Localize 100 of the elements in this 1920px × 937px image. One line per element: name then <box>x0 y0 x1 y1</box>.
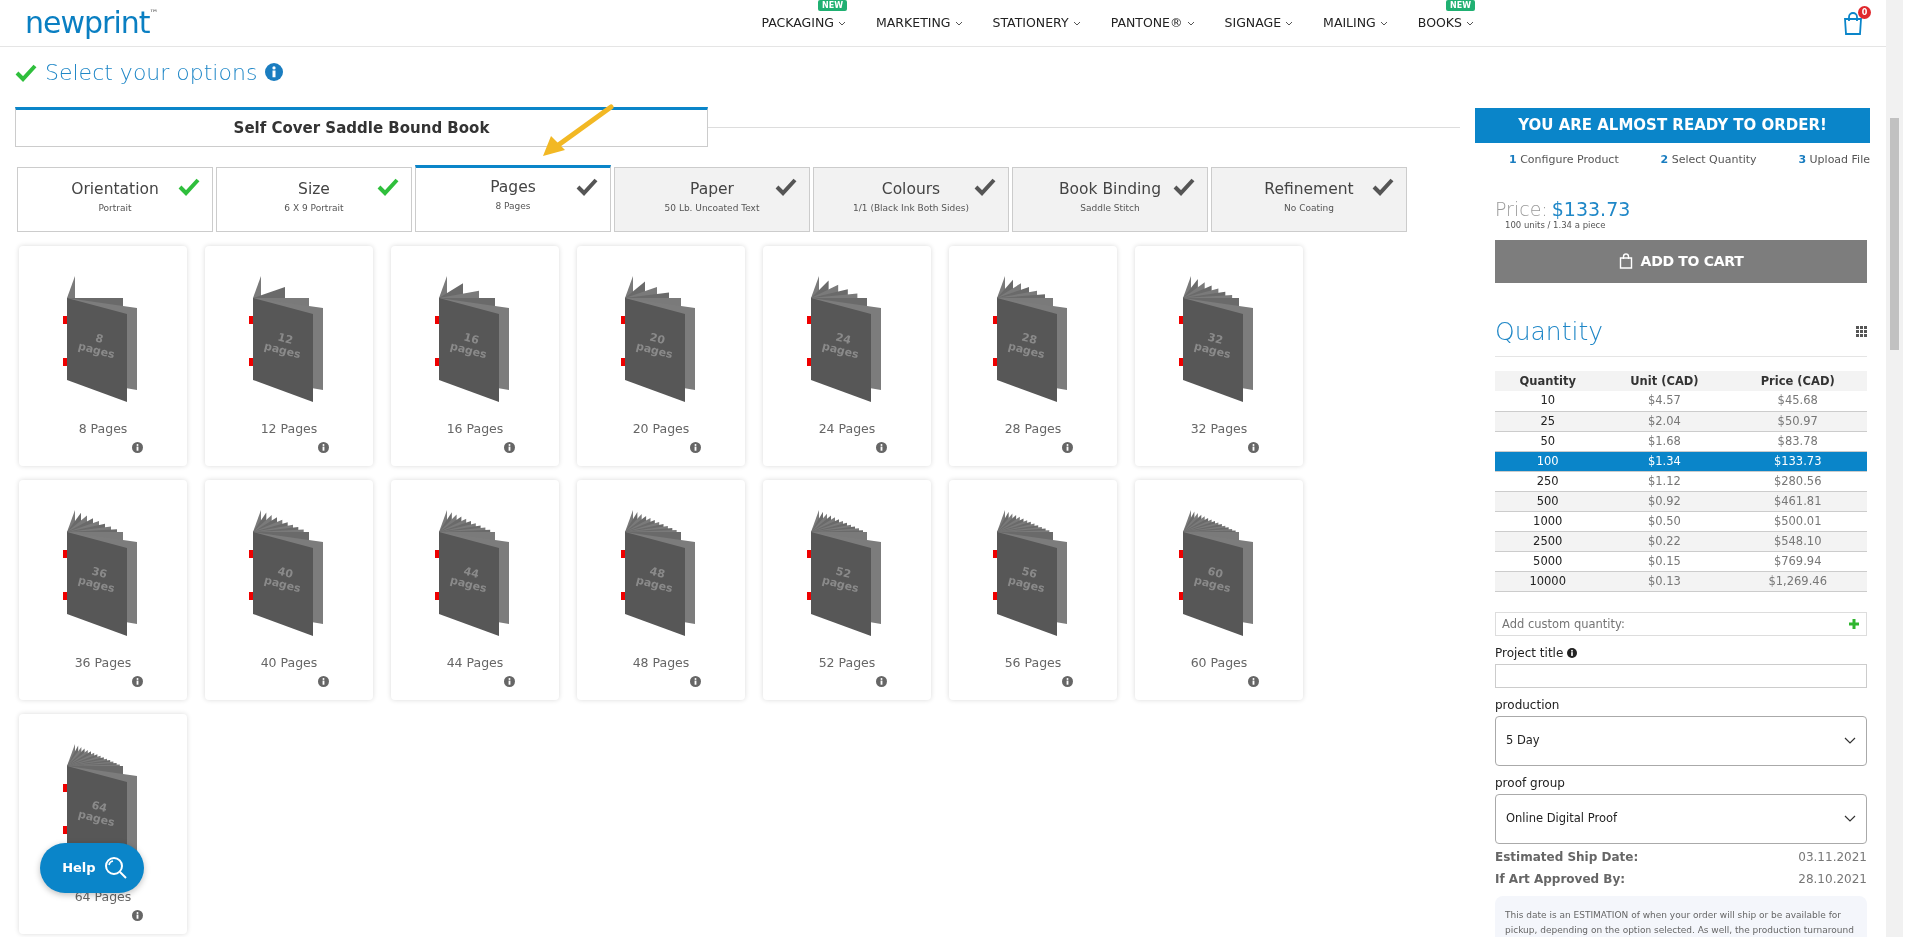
info-icon <box>690 676 701 687</box>
caret-icon <box>1285 20 1294 26</box>
quantity-row[interactable]: 10000 $0.13 $1,269.46 <box>1495 571 1867 592</box>
table-cell: 100 <box>1495 451 1601 472</box>
option-label: 12 Pages <box>260 420 318 438</box>
new-badge: NEW <box>818 0 848 12</box>
product-title: Self Cover Saddle Bound Book <box>15 107 708 147</box>
nav-link[interactable]: MAILING <box>1308 13 1403 33</box>
project-title-field[interactable] <box>1495 663 1867 688</box>
grid-icon[interactable] <box>1856 326 1867 337</box>
column-header: Price (CAD) <box>1728 371 1867 392</box>
option-label: 16 Pages <box>446 420 504 438</box>
nav-link[interactable]: PACKAGING <box>746 13 862 33</box>
arrow-annotation <box>543 104 614 156</box>
table-cell: $461.81 <box>1728 491 1867 512</box>
caret-icon <box>954 20 963 26</box>
page-title: Select your options <box>45 58 258 87</box>
option-label: 40 Pages <box>260 654 318 672</box>
section-title: Quantity <box>1495 315 1604 348</box>
table-cell: $83.78 <box>1728 431 1867 452</box>
price-note: 100 units / 1.34 a piece <box>1505 219 1607 232</box>
table-cell: $1.34 <box>1600 451 1729 472</box>
add-to-cart-button[interactable]: ADD TO CART <box>1495 239 1867 283</box>
help-button[interactable]: Help <box>40 843 144 893</box>
nav-link[interactable]: MARKETING <box>861 13 978 33</box>
nav-link[interactable]: STATIONERY <box>977 13 1096 33</box>
info-icon <box>876 442 887 453</box>
order-banner: YOU ARE ALMOST READY TO ORDER! <box>1475 108 1870 143</box>
table-cell: 1000 <box>1495 511 1601 532</box>
info-icon <box>504 676 515 687</box>
nav-link[interactable]: PANTONE® <box>1095 13 1210 33</box>
table-cell: $769.94 <box>1728 551 1867 572</box>
info-icon <box>132 910 143 921</box>
quantity-row[interactable]: 50 $1.68 $83.78 <box>1495 431 1867 452</box>
table-cell: $0.50 <box>1600 511 1729 532</box>
table-cell: 25 <box>1495 411 1601 432</box>
table-cell: $280.56 <box>1728 471 1867 492</box>
custom-quantity-field[interactable]: Add custom quantity: <box>1495 611 1867 636</box>
option-tab[interactable]: Paper 50 Lb. Uncoated Text <box>614 167 810 232</box>
table-cell: $2.04 <box>1600 411 1729 432</box>
option-label: 28 Pages <box>1004 420 1062 438</box>
option-tab[interactable]: Book Binding Saddle Stitch <box>1012 167 1208 232</box>
table-cell: $0.92 <box>1600 491 1729 512</box>
quantity-row[interactable]: 25 $2.04 $50.97 <box>1495 411 1867 432</box>
search-icon <box>103 856 128 880</box>
info-icon <box>876 676 887 687</box>
proof-select[interactable]: Online Digital Proof <box>1495 793 1867 844</box>
field-label: proof group <box>1495 774 1565 792</box>
caret-icon <box>1466 20 1474 26</box>
option-tab[interactable]: Pages 8 Pages <box>415 165 611 232</box>
option-label: 8 Pages <box>78 420 128 438</box>
cart-icon[interactable] <box>1843 11 1863 35</box>
option-label: 48 Pages <box>632 654 690 672</box>
scrollbar[interactable] <box>1886 0 1903 937</box>
quantity-row[interactable]: 5000 $0.15 $769.94 <box>1495 551 1867 572</box>
logo[interactable]: newprint$^{™}$ <box>25 8 159 38</box>
caret-icon <box>1186 20 1195 26</box>
table-cell: $1.12 <box>1600 471 1729 492</box>
quantity-row[interactable]: 2500 $0.22 $548.10 <box>1495 531 1867 552</box>
quantity-row[interactable]: 10 $4.57 $45.68 <box>1495 391 1867 412</box>
plus-icon[interactable] <box>1849 618 1859 629</box>
table-cell: $1.68 <box>1600 431 1729 452</box>
table-cell: $500.01 <box>1728 511 1867 532</box>
nav-link[interactable]: SIGNAGE <box>1209 13 1309 33</box>
option-tab[interactable]: Refinement No Coating <box>1211 167 1407 232</box>
bag-icon <box>1618 253 1633 270</box>
table-cell: $0.13 <box>1600 571 1729 592</box>
option-tab[interactable]: Orientation Portrait <box>17 167 213 232</box>
date-value: 28.10.2021 <box>1798 870 1867 888</box>
nav-link[interactable]: BOOKS <box>1402 13 1489 33</box>
option-label: 60 Pages <box>1190 654 1248 672</box>
option-tab[interactable]: Colours 1/1 (Black Ink Both Sides) <box>813 167 1009 232</box>
option-tab[interactable]: Size 6 X 9 Portrait <box>216 167 412 232</box>
order-step: 2 Select Quantity <box>1660 152 1757 169</box>
info-icon <box>132 442 143 453</box>
info-icon <box>318 442 329 453</box>
table-cell: 5000 <box>1495 551 1601 572</box>
info-icon <box>132 676 143 687</box>
column-header: Quantity <box>1495 371 1601 392</box>
date-label: Estimated Ship Date: <box>1495 848 1639 866</box>
order-step: 1 Configure Product <box>1509 152 1619 169</box>
check-icon <box>15 62 37 82</box>
info-icon <box>1248 442 1259 453</box>
quantity-row[interactable]: 500 $0.92 $461.81 <box>1495 491 1867 512</box>
caret-icon <box>1379 20 1388 26</box>
chevron-icon <box>1844 815 1856 823</box>
date-label: If Art Approved By: <box>1495 870 1626 888</box>
cart-count: 0 <box>1858 5 1871 19</box>
chevron-icon <box>1844 737 1856 745</box>
quantity-row[interactable]: 1000 $0.50 $500.01 <box>1495 511 1867 532</box>
table-cell: 500 <box>1495 491 1601 512</box>
info-icon <box>318 676 329 687</box>
production-select[interactable]: 5 Day <box>1495 715 1867 766</box>
quantity-row[interactable]: 250 $1.12 $280.56 <box>1495 471 1867 492</box>
table-cell: $0.22 <box>1600 531 1729 552</box>
quantity-row[interactable]: 100 $1.34 $133.73 <box>1495 451 1867 472</box>
table-cell: $133.73 <box>1728 451 1867 472</box>
table-cell: 2500 <box>1495 531 1601 552</box>
table-cell: $1,269.46 <box>1728 571 1867 592</box>
new-badge: NEW <box>1446 0 1475 12</box>
